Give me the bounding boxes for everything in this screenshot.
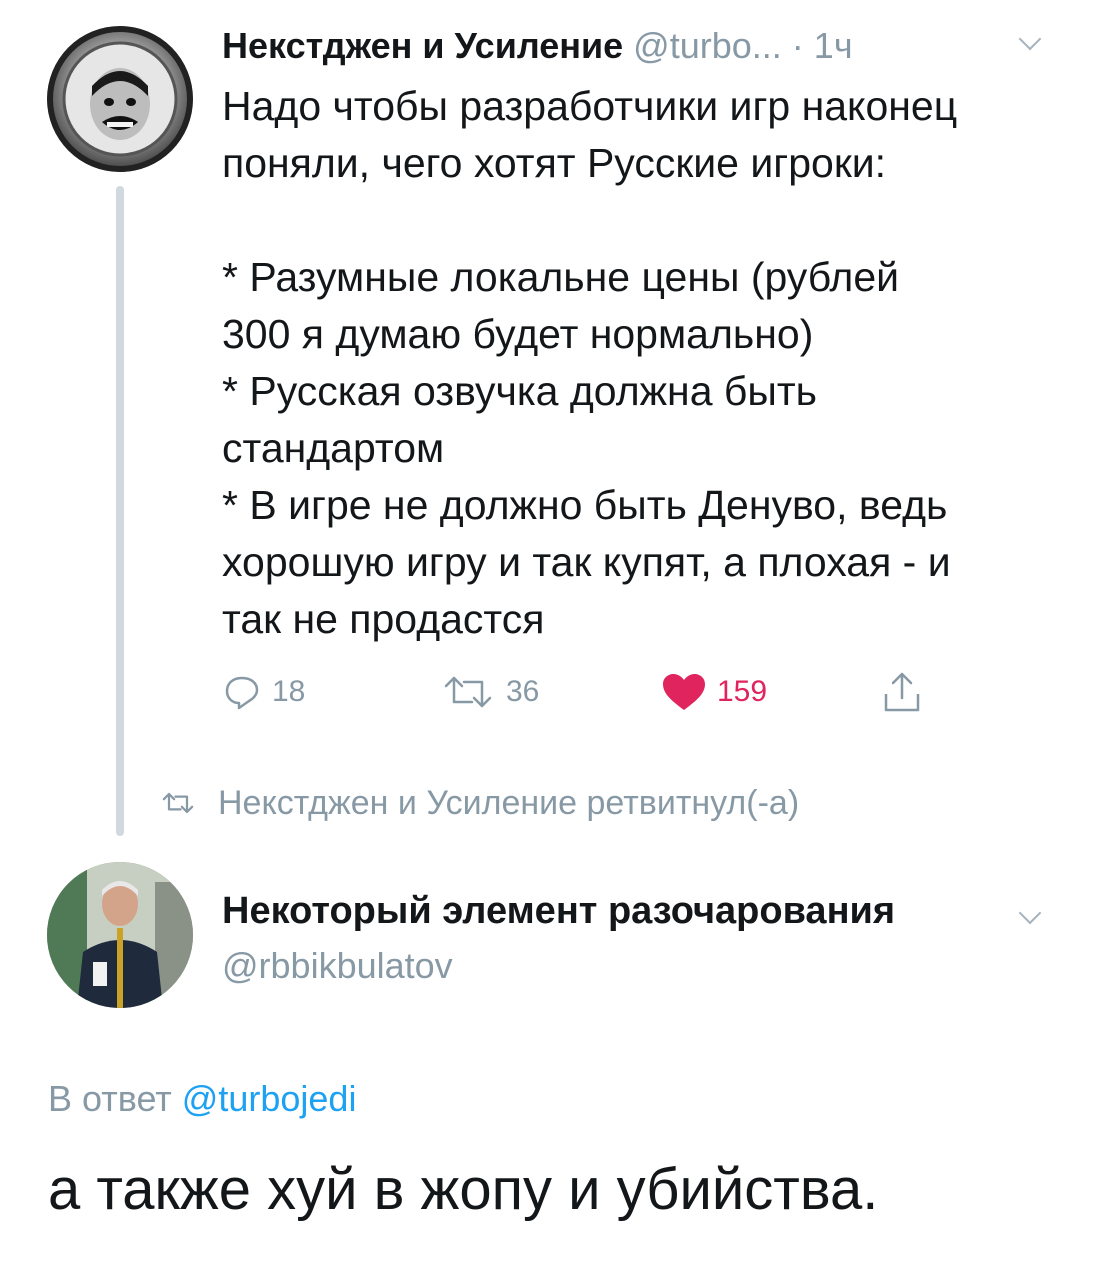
retweet-icon: [162, 792, 194, 814]
thread-line: [116, 186, 124, 836]
avatar-image: [47, 26, 193, 172]
retweet-notice-text[interactable]: Некстджен и Усиление ретвитнул(-а): [218, 784, 799, 823]
retweet-count: 36: [506, 675, 540, 708]
like-button[interactable]: 159: [661, 672, 767, 712]
author-name[interactable]: Некстджен и Усиление: [222, 25, 623, 66]
reply-prefix: В ответ: [48, 1078, 172, 1119]
retweet-button[interactable]: 36: [440, 672, 539, 712]
chevron-down-icon[interactable]: [1018, 901, 1042, 925]
tweet-text: Надо чтобы разработчики игр наконец поня…: [222, 83, 958, 642]
reply-count: 18: [272, 675, 306, 708]
reply-button[interactable]: 18: [222, 672, 305, 712]
tweet-text: а также хуй в жопу и убийства.: [48, 1157, 879, 1222]
author-name[interactable]: Некоторый элемент разочарования: [222, 885, 895, 937]
reply-icon: [225, 676, 259, 710]
share-icon: [884, 672, 920, 712]
heart-icon: [663, 674, 705, 710]
like-count: 159: [717, 675, 768, 708]
tweet-header: Некстджен и Усиление @turbo... · 1ч: [222, 20, 1052, 72]
retweet-icon: [444, 676, 492, 708]
author-handle[interactable]: @rbbikbulatov: [222, 940, 453, 992]
retweet-notice: Некстджен и Усиление ретвитнул(-а): [160, 778, 799, 828]
reply-handle-link[interactable]: @turbojedi: [182, 1078, 357, 1119]
author-handle[interactable]: @turbo...: [633, 25, 782, 66]
share-button[interactable]: [880, 672, 924, 712]
avatar-image: [47, 862, 193, 1008]
avatar[interactable]: [47, 862, 193, 1008]
separator-dot: ·: [791, 25, 804, 66]
avatar[interactable]: [47, 26, 193, 172]
timestamp[interactable]: 1ч: [814, 25, 853, 66]
reply-context: В ответ @turbojedi: [48, 1073, 356, 1125]
